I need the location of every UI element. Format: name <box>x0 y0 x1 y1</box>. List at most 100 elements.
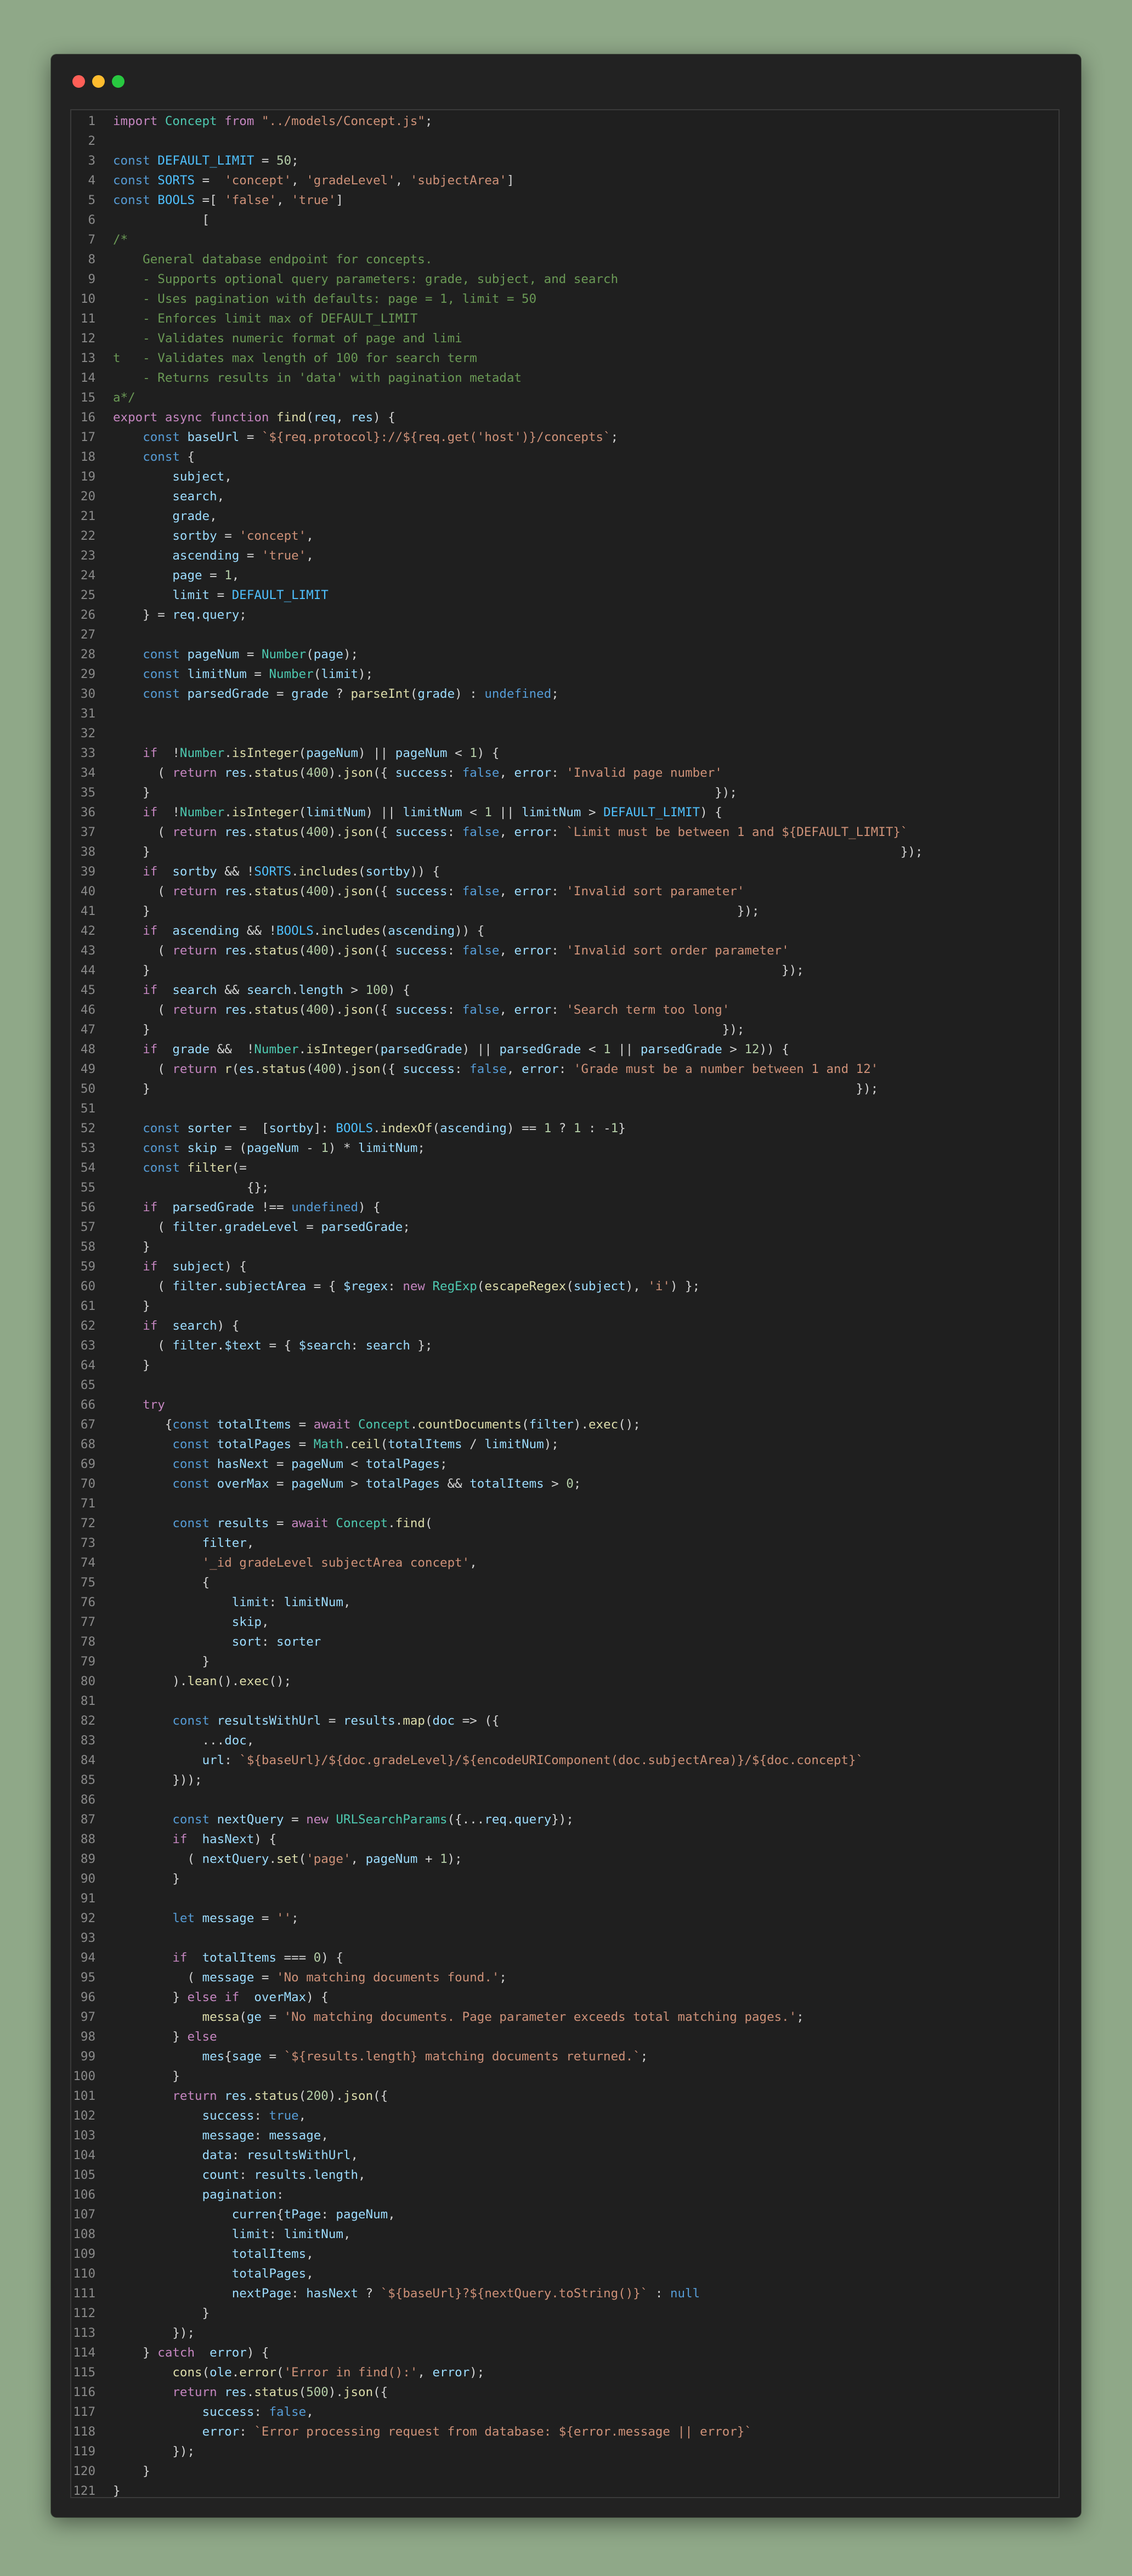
code-line: 49 ( return r(es.status(400).json({ succ… <box>71 1059 1059 1079</box>
line-number: 116 <box>73 2385 95 2399</box>
code-line: 70 const overMax = pageNum > totalPages … <box>71 1474 1059 1494</box>
line-number: 101 <box>73 2089 95 2103</box>
line-text: const BOOLS =[ 'false', 'true'] <box>113 193 343 207</box>
line-number: 53 <box>80 1141 95 1155</box>
code-line: 91 <box>71 1889 1059 1908</box>
code-line: 120 } <box>71 2461 1059 2481</box>
code-line: 33 if !Number.isInteger(pageNum) || page… <box>71 743 1059 763</box>
code-line: 90 } <box>71 1869 1059 1889</box>
code-line: 86 <box>71 1790 1059 1810</box>
line-number: 90 <box>80 1872 95 1886</box>
line-text: - Returns results in 'data' with paginat… <box>113 371 522 385</box>
code-line: 59 if subject) { <box>71 1257 1059 1276</box>
code-line: 96 } else if overMax) { <box>71 1987 1059 2007</box>
code-line: 43 ( return res.status(400).json({ succe… <box>71 941 1059 961</box>
code-line: 24 page = 1, <box>71 566 1059 585</box>
code-line: 47 } }); <box>71 1020 1059 1040</box>
line-number: 19 <box>80 470 95 484</box>
code-lines: 1 import Concept from "../models/Concept.… <box>71 111 1059 2501</box>
code-line: 31 <box>71 704 1059 724</box>
line-number: 30 <box>80 687 95 701</box>
line-text: search, <box>172 489 225 504</box>
line-number: 36 <box>80 805 95 820</box>
line-number: 85 <box>80 1773 95 1787</box>
line-text: ( return res.status(400).json({ success:… <box>113 1003 730 1017</box>
line-number: 108 <box>73 2227 95 2241</box>
line-number: 1 <box>88 114 95 128</box>
line-number: 4 <box>88 173 95 188</box>
line-text: export async function find(req, res) { <box>113 410 395 425</box>
code-line: 105 count: results.length, <box>71 2165 1059 2185</box>
line-number: 88 <box>80 1832 95 1846</box>
line-text: /* <box>113 233 128 247</box>
code-line: 63 ( filter.$text = { $search: search }; <box>71 1336 1059 1355</box>
line-number: 91 <box>80 1891 95 1906</box>
line-text: const DEFAULT_LIMIT = 50; <box>113 154 299 168</box>
line-number: 62 <box>80 1319 95 1333</box>
line-number: 96 <box>80 1990 95 2004</box>
line-number: 102 <box>73 2109 95 2123</box>
code-line: 58 } <box>71 1237 1059 1257</box>
code-line: 76 limit: limitNum, <box>71 1592 1059 1612</box>
line-text: const overMax = pageNum > totalPages && … <box>172 1477 581 1491</box>
code-editor[interactable]: 1 import Concept from "../models/Concept.… <box>70 109 1060 2498</box>
line-number: 32 <box>80 726 95 741</box>
line-text: [ <box>113 213 210 227</box>
line-text: const results = await Concept.find( <box>172 1516 433 1530</box>
code-line: 50 } }); <box>71 1079 1059 1099</box>
line-text: filter, <box>202 1536 254 1550</box>
line-number: 56 <box>80 1200 95 1214</box>
line-text: if parsedGrade !== undefined) { <box>143 1200 381 1214</box>
code-line: 115 cons(ole.error('Error in find():', e… <box>71 2363 1059 2382</box>
line-text: const totalPages = Math.ceil(totalItems … <box>172 1437 559 1451</box>
line-number: 54 <box>80 1161 95 1175</box>
line-number: 9 <box>88 272 95 286</box>
line-text: ( return r(es.status(400).json({ success… <box>113 1062 879 1076</box>
line-text: if ascending && !BOOLS.includes(ascendin… <box>143 924 485 938</box>
line-text: pagination: <box>202 2188 284 2202</box>
code-line: 121} <box>71 2481 1059 2501</box>
line-number: 18 <box>80 450 95 464</box>
line-text: } }); <box>113 963 804 978</box>
code-line: 65 <box>71 1375 1059 1395</box>
code-line: 32 <box>71 724 1059 743</box>
code-line: 11 - Enforces limit max of DEFAULT_LIMIT <box>71 309 1059 329</box>
line-text: page = 1, <box>172 568 240 583</box>
minimize-window-button[interactable] <box>92 75 105 88</box>
zoom-window-button[interactable] <box>112 75 124 88</box>
line-text: curren{tPage: pageNum, <box>231 2207 395 2222</box>
line-text: ).lean().exec(); <box>113 1674 292 1688</box>
line-text: } }); <box>113 1023 745 1037</box>
line-number: 95 <box>80 1970 95 1985</box>
line-number: 113 <box>73 2326 95 2340</box>
line-number: 97 <box>80 2010 95 2024</box>
code-line: 89 ( nextQuery.set('page', pageNum + 1); <box>71 1849 1059 1869</box>
line-text: ( message = 'No matching documents found… <box>113 1970 507 1985</box>
line-number: 59 <box>80 1259 95 1274</box>
code-line: 93 <box>71 1928 1059 1948</box>
line-number: 50 <box>80 1082 95 1096</box>
line-text: } <box>113 1240 150 1254</box>
line-text: success: false, <box>202 2405 314 2419</box>
line-number: 24 <box>80 568 95 583</box>
line-text: if sortby && !SORTS.includes(sortby)) { <box>143 865 440 879</box>
line-number: 55 <box>80 1180 95 1195</box>
code-line: 61 } <box>71 1296 1059 1316</box>
line-text: } <box>113 1299 150 1313</box>
line-text: General database endpoint for concepts. <box>113 252 433 267</box>
line-number: 17 <box>80 430 95 444</box>
line-number: 68 <box>80 1437 95 1451</box>
code-line: 62 if search) { <box>71 1316 1059 1336</box>
code-line: 46 ( return res.status(400).json({ succe… <box>71 1000 1059 1020</box>
line-text: - Uses pagination with defaults: page = … <box>113 292 537 306</box>
code-line: 88 if hasNext) { <box>71 1829 1059 1849</box>
line-text: ( filter.$text = { $search: search }; <box>113 1338 433 1353</box>
line-text: if !Number.isInteger(limitNum) || limitN… <box>143 805 722 820</box>
line-text: const { <box>143 450 195 464</box>
close-window-button[interactable] <box>72 75 85 88</box>
line-text: ( return res.status(400).json({ success:… <box>113 766 722 780</box>
code-line: 12 - Validates numeric format of page an… <box>71 329 1059 348</box>
code-line: 100 } <box>71 2066 1059 2086</box>
code-line: 69 const hasNext = pageNum < totalPages; <box>71 1454 1059 1474</box>
code-line: 113 }); <box>71 2323 1059 2343</box>
